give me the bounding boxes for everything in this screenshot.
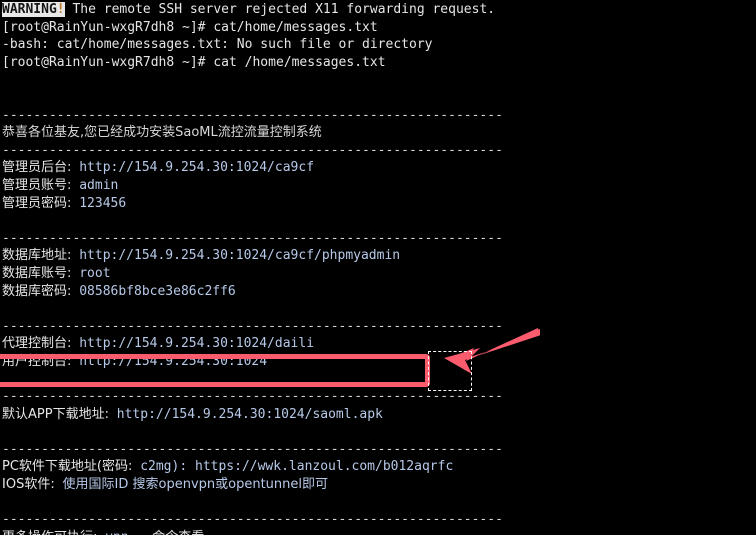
entry-more-commands: 更多操作可执行: vpn 命令查看 [2,529,754,535]
entry-label: IOS软件: [2,477,55,493]
entry-value[interactable]: c2mg): https://wwk.lanzoul.com/b012aqrfc [140,459,453,474]
entry-label: 默认APP下载地址: [2,406,109,422]
entry-value[interactable]: http://154.9.254.30:1024/daili [79,336,314,351]
entry-ios-software: IOS软件: 使用国际ID 搜索openvpn或opentunnel即可 [2,476,754,494]
entry-value: vpn [105,530,128,535]
entry-proxy-console: 代理控制台: http://154.9.254.30:1024/daili [2,335,754,353]
error-line: -bash: cat/home/messages.txt: No such fi… [2,36,754,54]
shell-command: cat /home/messages.txt [213,54,386,70]
entry-label: 管理员账号: [2,177,72,193]
warning-message: The remote SSH server rejected X11 forwa… [64,2,496,17]
warning-badge: WARNING [2,2,57,17]
separator-6: ----------------------------------------… [2,441,503,457]
warning-line: WARNING! The remote SSH server rejected … [2,1,754,19]
separator-4: ----------------------------------------… [2,318,503,334]
entry-db-address: 数据库地址: http://154.9.254.30:1024/ca9cf/ph… [2,247,754,265]
separator-5: ----------------------------------------… [2,389,503,405]
warning-bang-icon: ! [56,2,65,17]
entry-value[interactable]: http://154.9.254.30:1024/saoml.apk [117,407,383,422]
entry-db-user: 数据库账号: root [2,265,754,283]
entry-pc-download: PC软件下载地址(密码: c2mg): https://wwk.lanzoul.… [2,458,754,476]
entry-apk-download: 默认APP下载地址: http://154.9.254.30:1024/saom… [2,406,754,424]
separator-1: ----------------------------------------… [2,107,503,123]
entry-value: 使用国际ID 搜索openvpn或opentunnel即可 [62,477,329,493]
entry-value: admin [79,177,119,193]
error-text: -bash: cat/home/messages.txt: No such fi… [2,37,433,53]
entry-db-password: 数据库密码: 08586bf8bce3e86c2ff6 [2,283,754,301]
entry-value: root [79,265,111,281]
entry-admin-user: 管理员账号: admin [2,177,754,195]
shell-prompt: [root@RainYun-wxgR7dh8 ~]# [2,54,214,70]
entry-value: 08586bf8bce3e86c2ff6 [79,283,236,299]
entry-admin-password: 管理员密码: 123456 [2,195,754,213]
entry-value[interactable]: http://154.9.254.30:1024/ca9cf/phpmyadmi… [79,248,400,263]
entry-label: 数据库地址: [2,248,72,264]
separator-3: ----------------------------------------… [2,230,503,246]
terminal-window[interactable]: WARNING! The remote SSH server rejected … [0,0,756,535]
entry-suffix: 命令查看 [152,530,204,535]
separator-2: ----------------------------------------… [2,142,503,158]
entry-label: 更多操作可执行: [2,530,97,535]
entry-label: 数据库密码: [2,283,72,299]
entry-user-console: 用户控制台: http://154.9.254.30:1024 [2,353,754,371]
entry-label: 代理控制台: [2,336,72,352]
entry-value: 123456 [79,195,127,211]
entry-admin-panel: 管理员后台: http://154.9.254.30:1024/ca9cf [2,159,754,177]
separator-7: ----------------------------------------… [2,512,503,528]
entry-label: PC软件下载地址(密码: [2,459,133,475]
shell-command: cat/home/messages.txt [213,19,378,35]
entry-label: 管理员后台: [2,160,72,176]
entry-value[interactable]: http://154.9.254.30:1024 [79,354,267,369]
entry-label: 管理员密码: [2,195,72,211]
shell-prompt: [root@RainYun-wxgR7dh8 ~]# [2,19,214,35]
entry-label: 用户控制台: [2,353,72,369]
entry-label: 数据库账号: [2,265,72,281]
banner-text: 恭喜各位基友,您已经成功安装SaoML流控流量控制系统 [2,125,322,141]
entry-value[interactable]: http://154.9.254.30:1024/ca9cf [79,160,314,175]
prompt-line-2: [root@RainYun-wxgR7dh8 ~]# cat /home/mes… [2,54,754,72]
terminal-output: WARNING! The remote SSH server rejected … [2,1,754,535]
prompt-line-1: [root@RainYun-wxgR7dh8 ~]# cat/home/mess… [2,19,754,37]
